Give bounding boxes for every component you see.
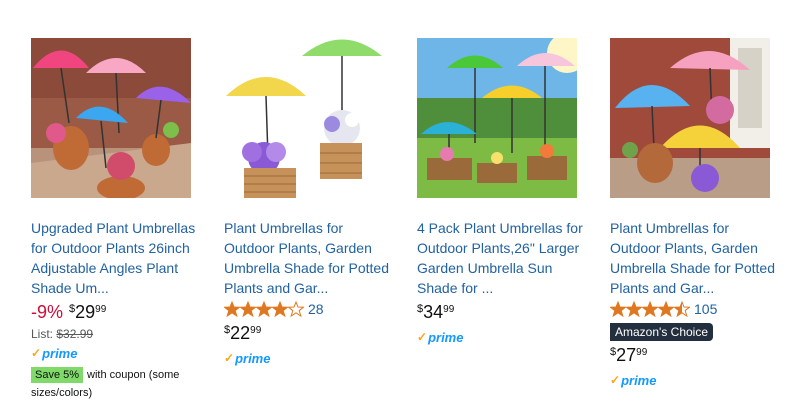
product-image-2[interactable] [224,38,384,198]
prime-check-icon: ✓ [417,330,428,344]
star-icon [240,301,256,317]
rating-count[interactable]: 105 [694,301,717,317]
price-row: -9% $ 29 99 [31,301,199,325]
list-price-label: List: [31,327,54,341]
star-icon [288,301,304,317]
price[interactable]: $ 34 99 [417,301,454,323]
product-card-3: 4 Pack Plant Umbrellas for Outdoor Plant… [417,38,585,345]
rating-count[interactable]: 28 [308,301,324,317]
list-price-row: List: $32.99 [31,327,199,341]
list-price: $32.99 [56,327,94,341]
prime-label: prime [42,345,78,361]
star-icon [610,301,626,317]
coupon-row: Save 5% with coupon (some sizes/colors) [31,366,199,402]
discount-percent: -9% [31,302,64,322]
product-card-1: Upgraded Plant Umbrellas for Outdoor Pla… [31,38,199,402]
prime-label: prime [621,372,657,388]
star-rating[interactable] [224,301,304,317]
rating-row[interactable]: 28 [224,299,392,319]
price[interactable]: $ 27 99 [610,344,647,366]
price-whole: 29 [75,302,96,322]
prime-label: prime [428,329,464,345]
prime-badge: ✓ prime [224,350,392,366]
product-title[interactable]: Plant Umbrellas for Outdoor Plants, Gard… [610,218,778,298]
star-icon [224,301,240,317]
product-card-4: Plant Umbrellas for Outdoor Plants, Gard… [610,38,778,388]
price-fraction: 99 [636,347,648,358]
prime-badge: ✓ prime [610,372,778,388]
star-icon [674,301,690,317]
prime-check-icon: ✓ [31,346,42,360]
product-image-4[interactable] [610,38,770,198]
product-image-3[interactable] [417,38,577,198]
price-row: $ 22 99 [224,322,392,346]
price-row: $ 34 99 [417,301,585,325]
rating-row[interactable]: 105 [610,299,778,319]
product-card-2: Plant Umbrellas for Outdoor Plants, Gard… [224,38,392,366]
prime-badge: ✓ prime [31,345,199,361]
product-title[interactable]: Upgraded Plant Umbrellas for Outdoor Pla… [31,218,199,298]
prime-check-icon: ✓ [224,351,235,365]
price-whole: 34 [423,302,444,322]
star-rating[interactable] [610,301,690,317]
price[interactable]: $ 29 99 [69,301,106,323]
coupon-badge: Save 5% [31,367,84,383]
amazons-choice-row: Amazon's Choice [610,319,778,341]
amazons-choice-badge: Amazon's Choice [610,323,713,341]
star-icon [642,301,658,317]
star-icon [626,301,642,317]
product-title[interactable]: 4 Pack Plant Umbrellas for Outdoor Plant… [417,218,585,298]
price-whole: 27 [616,345,637,365]
star-icon [256,301,272,317]
prime-check-icon: ✓ [610,373,621,387]
price-fraction: 99 [95,304,107,315]
price-whole: 22 [230,323,251,343]
prime-label: prime [235,350,271,366]
star-icon [272,301,288,317]
price-row: $ 27 99 [610,344,778,368]
prime-badge: ✓ prime [417,329,585,345]
star-icon [658,301,674,317]
price-fraction: 99 [250,325,262,336]
product-image-1[interactable] [31,38,191,198]
price-fraction: 99 [443,304,455,315]
product-title[interactable]: Plant Umbrellas for Outdoor Plants, Gard… [224,218,392,298]
price[interactable]: $ 22 99 [224,322,261,344]
